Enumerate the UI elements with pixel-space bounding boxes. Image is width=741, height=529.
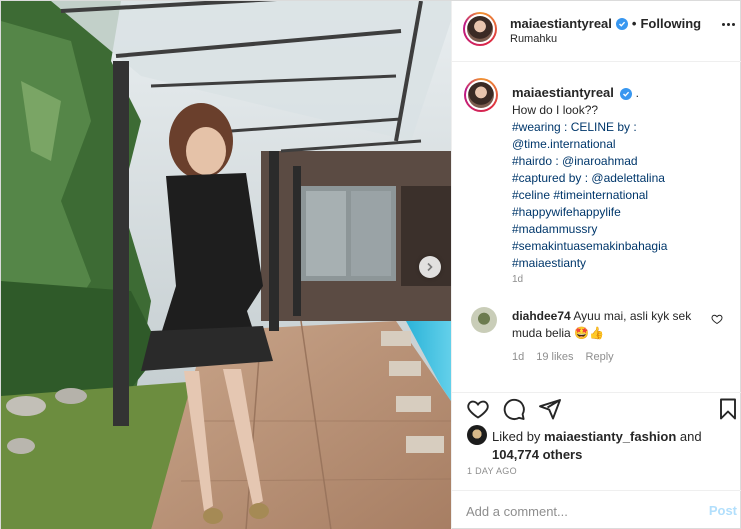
caption-mention-line[interactable]: @time.international bbox=[512, 136, 734, 153]
separator-dot: • bbox=[631, 16, 637, 31]
comment: diahdee74 Ayuu mai, asli kyk sek muda be… bbox=[512, 308, 712, 342]
commenter-username[interactable]: diahdee74 bbox=[512, 309, 571, 323]
liked-by-prefix: Liked by bbox=[492, 429, 541, 444]
likes-count[interactable]: 104,774 others bbox=[492, 447, 582, 462]
caption-hashtag-line[interactable]: #semakintuasemakinbahagia bbox=[512, 238, 734, 255]
comment-like-heart-icon[interactable] bbox=[711, 313, 723, 325]
paper-plane-icon[interactable] bbox=[538, 397, 562, 421]
likes-text: Liked by maiaestianty_fashion and 104,77… bbox=[492, 428, 732, 464]
more-options-icon[interactable] bbox=[722, 23, 735, 26]
action-bar bbox=[452, 392, 741, 432]
caption-hashtag-line[interactable]: #maiaestianty bbox=[512, 255, 734, 272]
likes-and: and bbox=[679, 429, 702, 444]
caption-hashtag-line[interactable]: #wearing : CELINE by : bbox=[512, 119, 734, 136]
photo-illustration bbox=[1, 1, 451, 529]
verified-badge-icon bbox=[615, 17, 628, 30]
caption-hashtag-line[interactable]: #hairdo : @inaroahmad bbox=[512, 153, 734, 170]
comments-section: maiaestiantyreal . How do I look?? #wear… bbox=[452, 62, 741, 392]
comment-timestamp: 1d bbox=[512, 351, 525, 363]
commenter-avatar[interactable] bbox=[471, 307, 497, 333]
author-avatar[interactable] bbox=[463, 12, 497, 46]
comment-likes[interactable]: 19 likes bbox=[536, 351, 573, 363]
caption-hashtag-line[interactable]: #celine #timeinternational bbox=[512, 187, 734, 204]
add-comment-input[interactable] bbox=[466, 501, 696, 521]
caption-timestamp: 1d bbox=[512, 274, 524, 285]
comment-icon[interactable] bbox=[502, 397, 526, 421]
post-location[interactable]: Rumahku bbox=[510, 33, 557, 45]
liker-avatar[interactable] bbox=[467, 425, 487, 445]
caption-trailing: . bbox=[635, 86, 639, 100]
chevron-right-icon bbox=[427, 262, 433, 272]
reply-button[interactable]: Reply bbox=[586, 351, 614, 363]
caption-username[interactable]: maiaestiantyreal bbox=[512, 85, 614, 100]
heart-icon[interactable] bbox=[466, 397, 490, 421]
add-comment-bar: Post bbox=[452, 490, 741, 529]
verified-badge-icon bbox=[620, 88, 633, 100]
liker-username[interactable]: maiaestianty_fashion bbox=[544, 429, 676, 444]
caption-hashtag-line[interactable]: #captured by : @adelettalina bbox=[512, 170, 734, 187]
post-comment-button[interactable]: Post bbox=[709, 503, 737, 518]
instagram-post-view: maiaestiantyreal • Following Rumahku mai… bbox=[0, 0, 741, 529]
post-details-panel: maiaestiantyreal • Following Rumahku mai… bbox=[451, 1, 741, 529]
author-line: maiaestiantyreal • Following bbox=[510, 16, 701, 31]
caption: maiaestiantyreal . How do I look?? #wear… bbox=[512, 84, 734, 272]
author-username[interactable]: maiaestiantyreal bbox=[510, 16, 612, 31]
following-button[interactable]: Following bbox=[640, 16, 701, 31]
caption-avatar[interactable] bbox=[464, 78, 498, 112]
caption-hashtag-line[interactable]: #happywifehappylife bbox=[512, 204, 734, 221]
caption-line: How do I look?? bbox=[512, 103, 599, 117]
comment-meta: 1d 19 likes Reply bbox=[512, 351, 614, 363]
bookmark-icon[interactable] bbox=[716, 397, 740, 421]
post-header: maiaestiantyreal • Following Rumahku bbox=[452, 1, 741, 62]
post-timestamp[interactable]: 1 DAY AGO bbox=[467, 466, 517, 476]
caption-hashtag-line[interactable]: #madammussry bbox=[512, 221, 734, 238]
post-photo[interactable] bbox=[1, 1, 451, 529]
carousel-next-button[interactable] bbox=[419, 256, 441, 278]
